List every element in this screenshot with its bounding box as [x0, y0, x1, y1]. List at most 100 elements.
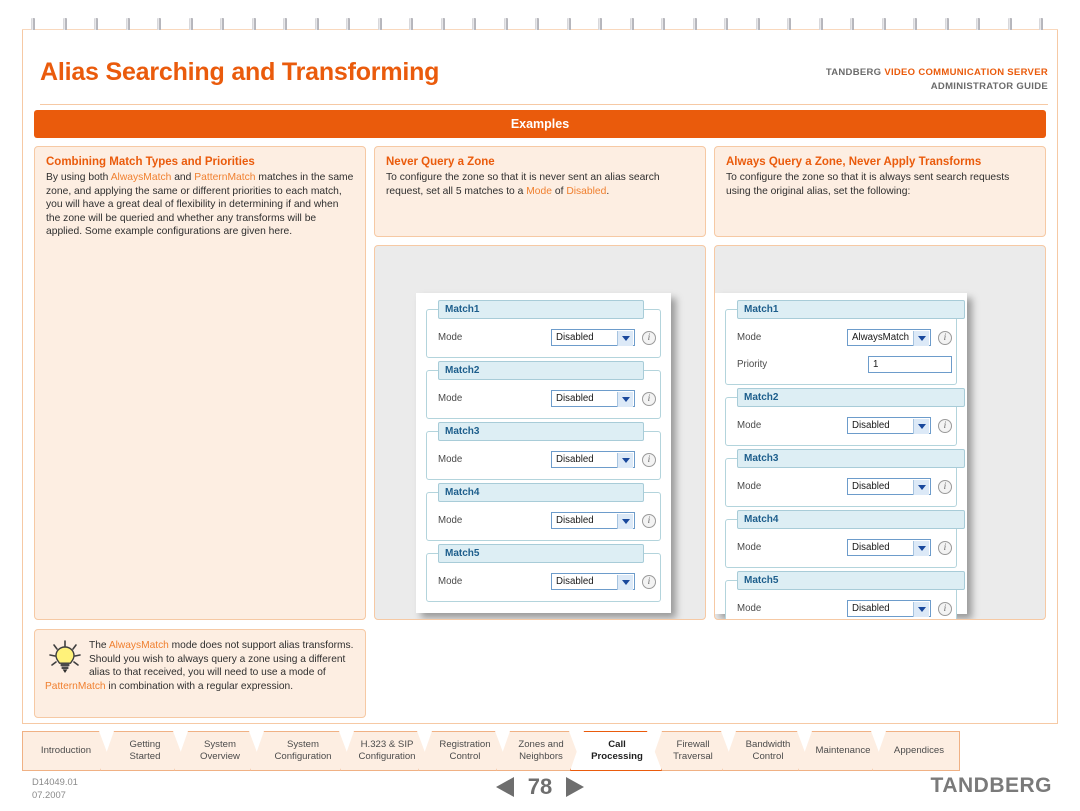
intro-title: Always Query a Zone, Never Apply Transfo…: [726, 156, 982, 168]
info-icon[interactable]: i: [642, 452, 656, 467]
fieldset-legend: Match3: [737, 449, 965, 468]
mode-select[interactable]: Disabled: [551, 573, 635, 590]
match-fieldset: Match3 Mode Disabled i: [725, 449, 965, 507]
brand-product: VIDEO COMMUNICATION SERVER: [884, 67, 1048, 78]
priority-input[interactable]: 1: [868, 356, 952, 373]
nav-tab-label: System Overview: [200, 739, 240, 762]
chevron-down-icon[interactable]: [913, 480, 929, 495]
match-fieldset: Match2 Mode Disabled i: [426, 361, 661, 419]
match-fieldset: Match5 Mode Disabled i: [426, 544, 661, 602]
mode-select[interactable]: Disabled: [551, 512, 635, 529]
column-right: Always Query a Zone, Never Apply Transfo…: [714, 146, 1046, 620]
chevron-down-icon[interactable]: [617, 392, 633, 407]
examples-banner: Examples: [34, 110, 1046, 138]
match-fieldset: Match4 Mode Disabled i: [426, 483, 661, 541]
intro-title: Combining Match Types and Priorities: [46, 156, 255, 168]
fieldset-legend: Match5: [737, 571, 965, 590]
nav-tab-appendices[interactable]: Appendices: [872, 731, 960, 771]
form-row: Priority 1: [726, 354, 956, 375]
tip-text: The AlwaysMatch mode does not support al…: [45, 640, 354, 693]
nav-tab-call-processing[interactable]: Call Processing: [570, 731, 662, 771]
chevron-down-icon[interactable]: [617, 331, 633, 346]
intro-title: Never Query a Zone: [386, 156, 495, 168]
match-fieldset: Match1 Mode Disabled i: [426, 300, 661, 358]
next-page-icon[interactable]: [566, 777, 585, 797]
field-control: Disabled i: [847, 478, 952, 495]
brand-line-1: TANDBERG VIDEO COMMUNICATION SERVER: [826, 67, 1048, 79]
field-label: Mode: [737, 481, 762, 492]
select-value: AlwaysMatch: [852, 332, 910, 343]
mode-select[interactable]: Disabled: [551, 451, 635, 468]
nav-tab-label: Bandwidth Control: [745, 739, 791, 762]
mode-select[interactable]: Disabled: [847, 600, 931, 617]
vcs-config-screenshot: Match1 Mode AlwaysMatch i Priority 1 Match2 Mod…: [715, 293, 967, 619]
info-icon[interactable]: i: [642, 513, 656, 528]
chevron-down-icon[interactable]: [913, 541, 929, 556]
mode-select[interactable]: Disabled: [551, 390, 635, 407]
select-value: Disabled: [556, 332, 594, 343]
chevron-down-icon[interactable]: [617, 514, 633, 529]
info-icon[interactable]: i: [938, 418, 952, 433]
page-number: 78: [527, 774, 553, 799]
screenshot-panel-never-query: Match1 Mode Disabled i Match2 Mode Disabled i Ma…: [374, 245, 706, 620]
nav-tab-system-configuration[interactable]: System Configuration: [250, 731, 354, 771]
info-icon[interactable]: i: [642, 330, 656, 345]
form-row: Mode Disabled i: [726, 415, 956, 436]
fieldset-legend: Match3: [438, 422, 644, 441]
tandberg-logo: TANDBERG: [930, 774, 1052, 797]
mode-select[interactable]: Disabled: [847, 539, 931, 556]
info-icon[interactable]: i: [642, 574, 656, 589]
form-row: Mode Disabled i: [427, 571, 660, 592]
chevron-down-icon[interactable]: [913, 602, 929, 617]
lightbulb-icon: [45, 639, 85, 679]
field-control: Disabled i: [551, 573, 656, 590]
nav-tab-zones-and-neighbors[interactable]: Zones and Neighbors: [496, 731, 584, 771]
nav-tab-system-overview[interactable]: System Overview: [174, 731, 264, 771]
fieldset-legend: Match5: [438, 544, 644, 563]
field-label: Mode: [737, 332, 762, 343]
chevron-down-icon[interactable]: [913, 331, 929, 346]
nav-tab-getting-started[interactable]: Getting Started: [100, 731, 188, 771]
select-value: Disabled: [556, 454, 594, 465]
field-label: Mode: [438, 454, 463, 465]
fieldset-legend: Match2: [438, 361, 644, 380]
field-control: Disabled i: [551, 451, 656, 468]
field-control: Disabled i: [551, 390, 656, 407]
intro-body: To configure the zone so that it is alwa…: [726, 172, 1010, 197]
match-fieldset: Match4 Mode Disabled i: [725, 510, 965, 568]
info-icon[interactable]: i: [938, 479, 952, 494]
field-label: Mode: [438, 515, 463, 526]
select-value: Disabled: [852, 603, 890, 614]
info-icon[interactable]: i: [938, 330, 952, 345]
match-fieldset: Match2 Mode Disabled i: [725, 388, 965, 446]
fieldset-legend: Match1: [438, 300, 644, 319]
chevron-down-icon[interactable]: [913, 419, 929, 434]
form-row: Mode AlwaysMatch i: [726, 327, 956, 348]
nav-tab-firewall-traversal[interactable]: Firewall Traversal: [648, 731, 736, 771]
chevron-down-icon[interactable]: [617, 575, 633, 590]
info-icon[interactable]: i: [938, 601, 952, 616]
nav-tab-introduction[interactable]: Introduction: [22, 731, 114, 771]
chevron-down-icon[interactable]: [617, 453, 633, 468]
info-icon[interactable]: i: [938, 540, 952, 555]
page-navigator: 78: [460, 772, 620, 802]
field-control: AlwaysMatch i: [847, 329, 952, 346]
mode-select[interactable]: Disabled: [551, 329, 635, 346]
select-value: Disabled: [556, 393, 594, 404]
nav-tab-registration-control[interactable]: Registration Control: [418, 731, 510, 771]
nav-tab-bandwidth-control[interactable]: Bandwidth Control: [722, 731, 812, 771]
select-value: Disabled: [556, 576, 594, 587]
header-divider: [40, 104, 1048, 105]
page-header: Alias Searching and Transforming TANDBER…: [40, 58, 1048, 102]
previous-page-icon[interactable]: [495, 777, 514, 797]
nav-tab-h-323-sip-configuration[interactable]: H.323 & SIP Configuration: [340, 731, 432, 771]
screenshot-panel-always-query: Match1 Mode AlwaysMatch i Priority 1 Match2 Mod…: [714, 245, 1046, 620]
doc-date: 07.2007: [32, 788, 66, 800]
mode-select[interactable]: Disabled: [847, 478, 931, 495]
mode-select[interactable]: AlwaysMatch: [847, 329, 931, 346]
nav-tab-label: Firewall Traversal: [673, 739, 713, 762]
section-nav-tabs[interactable]: Introduction Getting Started System Overview…: [22, 731, 1058, 772]
nav-tab-maintenance[interactable]: Maintenance: [798, 731, 886, 771]
mode-select[interactable]: Disabled: [847, 417, 931, 434]
info-icon[interactable]: i: [642, 391, 656, 406]
